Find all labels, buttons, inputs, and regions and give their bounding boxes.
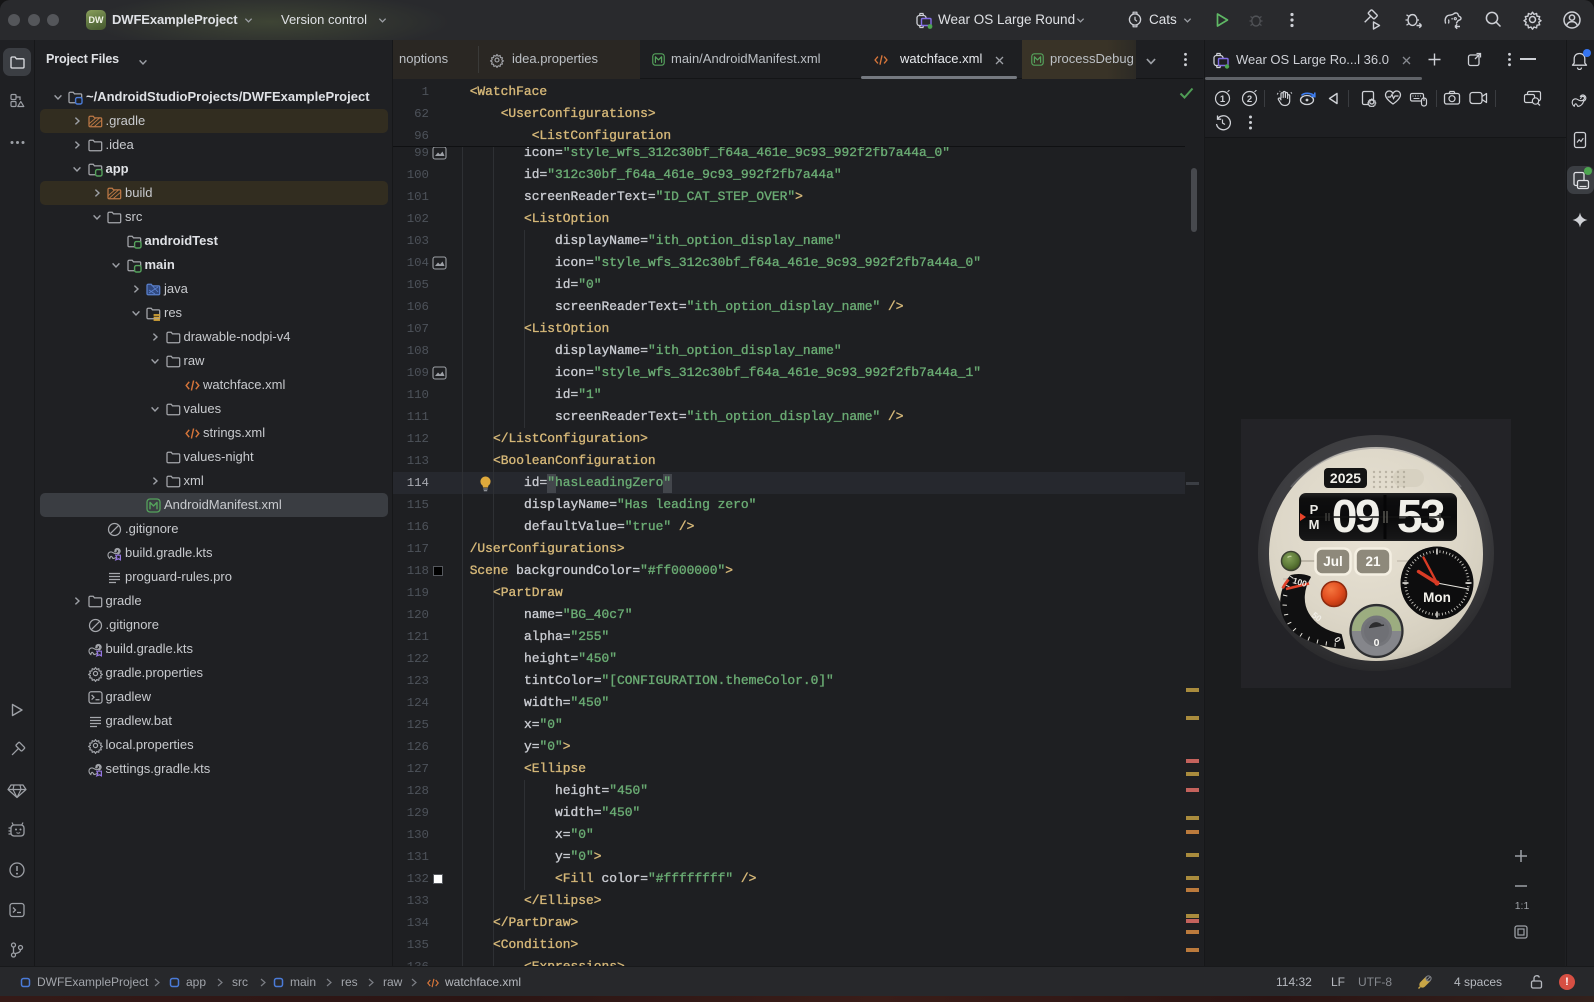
svg-text:1: 1 (1220, 94, 1226, 105)
svg-text:P: P (1310, 502, 1319, 517)
svg-text:09: 09 (1332, 490, 1379, 542)
svg-text:Jul: Jul (1323, 554, 1343, 569)
svg-text:2025: 2025 (1330, 470, 1361, 486)
svg-text:2: 2 (1247, 94, 1252, 105)
svg-text:0: 0 (1374, 637, 1380, 649)
svg-text:53: 53 (1397, 490, 1444, 542)
svg-text:Mon: Mon (1423, 590, 1451, 605)
svg-text:M: M (1309, 517, 1320, 532)
svg-text:21: 21 (1365, 554, 1381, 569)
